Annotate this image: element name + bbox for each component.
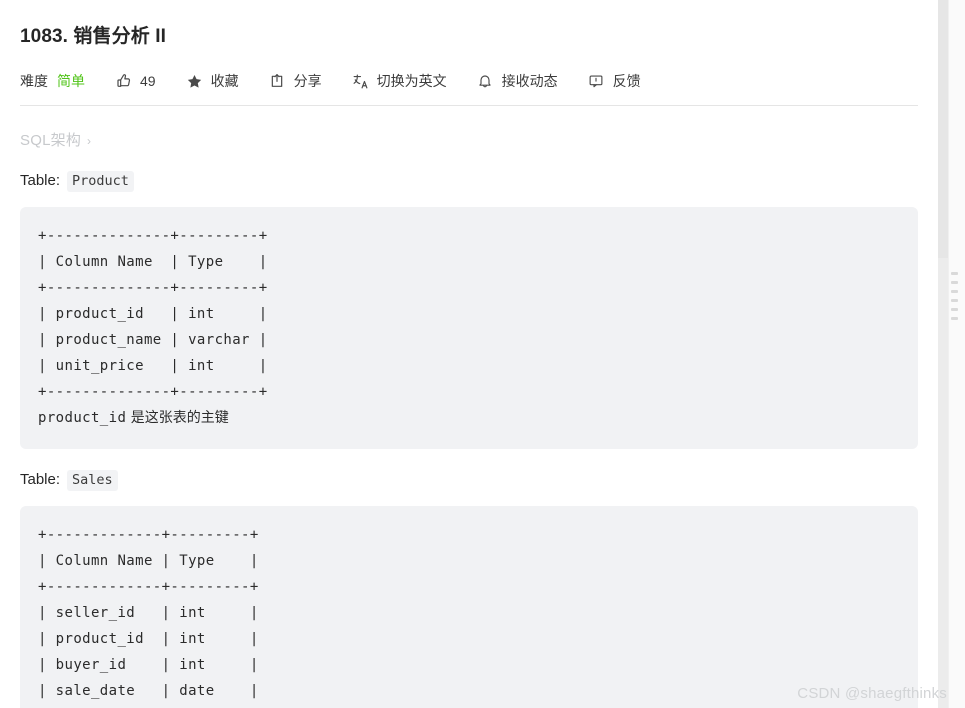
share-icon	[269, 73, 286, 90]
grip-dot	[951, 290, 958, 293]
translate-label: 切换为英文	[376, 73, 447, 90]
breadcrumb[interactable]: SQL架构 ›	[20, 106, 91, 150]
rail-drag-handle[interactable]	[951, 272, 959, 320]
difficulty-badge: 难度 简单	[20, 71, 85, 91]
thumbs-up-icon	[115, 73, 132, 90]
bell-icon	[477, 73, 494, 90]
schema-note-key: product_id	[38, 410, 127, 427]
caption-label: Table:	[20, 172, 61, 190]
share-button[interactable]: 分享	[269, 71, 322, 91]
schema-code-block-sales: +-------------+---------+ | Column Name …	[20, 506, 918, 708]
table-caption-sales: Table: Sales	[20, 470, 918, 492]
content-inner: 1083. 销售分析 II 难度 简单 49 收藏 分享 切换为英文 接收动态 …	[0, 13, 938, 101]
difficulty-label: 难度	[20, 73, 48, 90]
right-rail-panel	[948, 0, 965, 708]
favorite-button[interactable]: 收藏	[186, 71, 239, 91]
feedback-label: 反馈	[612, 73, 641, 90]
schema-code-block-product: +--------------+---------+ | Column Name…	[20, 207, 918, 450]
favorite-label: 收藏	[210, 73, 239, 90]
chevron-right-icon: ›	[87, 134, 92, 149]
translate-button[interactable]: 切换为英文	[352, 71, 447, 91]
problem-page: 1083. 销售分析 II 难度 简单 49 收藏 分享 切换为英文 接收动态 …	[0, 0, 965, 708]
subscribe-label: 接收动态	[501, 73, 558, 90]
table-name-chip: Product	[67, 171, 134, 193]
grip-dot	[951, 299, 958, 302]
share-label: 分享	[293, 73, 322, 90]
problem-body: SQL架构 › Table: Product +--------------+-…	[0, 106, 938, 708]
schema-note-product: product_id 是这张表的主键	[38, 405, 900, 431]
grip-dot	[951, 272, 958, 275]
difficulty-value: 简单	[57, 73, 85, 90]
caption-label: Table:	[20, 471, 61, 489]
breadcrumb-label: SQL架构	[20, 132, 82, 150]
problem-toolbar: 难度 简单 49 收藏 分享 切换为英文 接收动态 反馈	[20, 62, 918, 100]
feedback-button[interactable]: 反馈	[588, 71, 641, 91]
grip-dot	[951, 317, 958, 320]
schema-note-text: 是这张表的主键	[126, 410, 229, 427]
star-filled-icon	[186, 73, 203, 90]
subscribe-button[interactable]: 接收动态	[477, 71, 558, 91]
table-name-chip: Sales	[67, 470, 118, 492]
translate-icon	[352, 73, 369, 90]
page-title: 1083. 销售分析 II	[20, 25, 166, 47]
schema-ascii-table-sales: +-------------+---------+ | Column Name …	[38, 527, 259, 700]
schema-ascii-table-product: +--------------+---------+ | Column Name…	[38, 228, 268, 401]
grip-dot	[951, 281, 958, 284]
like-button[interactable]: 49	[115, 73, 156, 90]
content-column: 1083. 销售分析 II 难度 简单 49 收藏 分享 切换为英文 接收动态 …	[0, 0, 938, 708]
like-count: 49	[140, 73, 156, 90]
grip-dot	[951, 308, 958, 311]
vertical-scrollbar-thumb[interactable]	[938, 0, 948, 258]
table-caption-product: Table: Product	[20, 171, 918, 193]
feedback-icon	[588, 73, 605, 90]
